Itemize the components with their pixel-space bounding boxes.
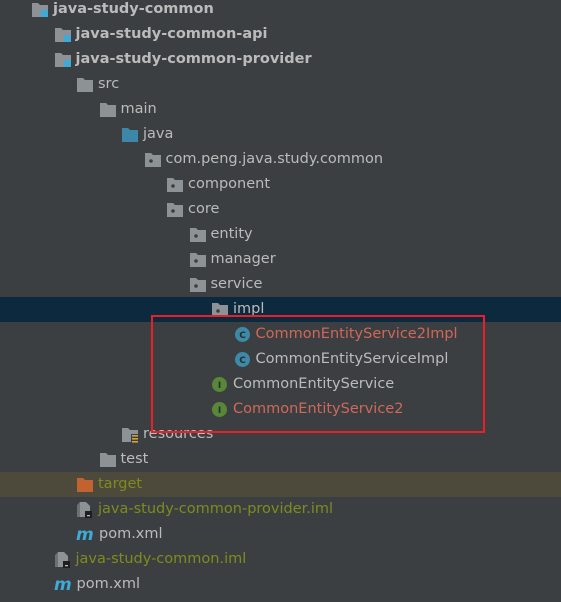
tree-row[interactable]: src	[0, 72, 561, 97]
tree-item-label: impl	[233, 301, 265, 317]
svg-text:m: m	[54, 576, 72, 593]
tree-item-label: java	[143, 126, 174, 142]
tree-item-label: java-study-common-provider	[75, 51, 312, 67]
tree-item-label: pom.xml	[76, 576, 141, 592]
tree-item-label: test	[120, 451, 149, 467]
resources-folder-icon	[121, 426, 139, 443]
package-icon	[189, 226, 207, 243]
tree-row[interactable]: entity	[0, 222, 561, 247]
module-folder-icon	[54, 51, 72, 68]
tree-row[interactable]: component	[0, 172, 561, 197]
tree-row[interactable]: target	[0, 472, 561, 497]
tree-item-label: com.peng.java.study.common	[165, 151, 384, 167]
folder-icon	[99, 451, 117, 468]
tree-item-label: java-study-common-api	[75, 26, 268, 42]
tree-item-label: core	[188, 201, 220, 217]
class-icon: C	[234, 351, 252, 368]
interface-icon: I	[211, 401, 229, 418]
tree-row[interactable]: java-study-common-api	[0, 22, 561, 47]
tree-row[interactable]: I CommonEntityService	[0, 372, 561, 397]
tree-item-label: CommonEntityService2Impl	[255, 326, 458, 342]
tree-item-label: pom.xml	[99, 526, 163, 542]
tree-item-label: main	[120, 101, 157, 117]
folder-icon	[76, 76, 94, 93]
tree-row[interactable]: manager	[0, 247, 561, 272]
package-icon	[211, 301, 229, 318]
tree-item-label: java-study-common.iml	[75, 551, 247, 567]
interface-icon: I	[211, 376, 229, 393]
tree-item-label: src	[98, 76, 120, 92]
module-folder-icon	[31, 1, 49, 18]
package-icon	[166, 201, 184, 218]
tree-row[interactable]: java-study-common	[0, 0, 561, 22]
module-folder-icon	[54, 26, 72, 43]
svg-text:C: C	[239, 331, 246, 341]
tree-row[interactable]: test	[0, 447, 561, 472]
package-icon	[189, 276, 207, 293]
project-tree: java-study-common java-study-common-api ja…	[0, 0, 561, 597]
tree-item-label: target	[98, 476, 143, 492]
tree-row[interactable]: m pom.xml	[0, 572, 561, 597]
package-icon	[144, 151, 162, 168]
tree-item-label: component	[188, 176, 271, 192]
package-icon	[189, 251, 207, 268]
svg-text:m: m	[76, 526, 94, 543]
tree-item-label: manager	[210, 251, 276, 267]
tree-item-label: CommonEntityService	[233, 376, 395, 392]
source-folder-icon	[121, 126, 139, 143]
tree-row[interactable]: com.peng.java.study.common	[0, 147, 561, 172]
svg-text:C: C	[239, 356, 246, 366]
tree-row[interactable]: impl	[0, 297, 561, 322]
tree-row[interactable]: core	[0, 197, 561, 222]
tree-row[interactable]: java-study-common-provider	[0, 47, 561, 72]
tree-item-label: java-study-common-provider.iml	[98, 501, 334, 517]
maven-icon: m	[54, 575, 72, 595]
tree-item-label: java-study-common	[53, 1, 214, 17]
svg-text:I: I	[218, 381, 221, 391]
folder-icon	[99, 101, 117, 118]
tree-row[interactable]: java-study-common-provider.iml	[0, 497, 561, 522]
tree-item-label: CommonEntityService2	[233, 401, 404, 417]
tree-item-label: CommonEntityServiceImpl	[255, 351, 449, 367]
svg-text:I: I	[218, 406, 221, 416]
tree-row[interactable]: C CommonEntityServiceImpl	[0, 347, 561, 372]
tree-row[interactable]: service	[0, 272, 561, 297]
tree-row[interactable]: resources	[0, 422, 561, 447]
maven-icon: m	[76, 525, 94, 545]
tree-row[interactable]: java-study-common.iml	[0, 547, 561, 572]
tree-row[interactable]: java	[0, 122, 561, 147]
excluded-folder-icon	[76, 476, 94, 493]
iml-file-icon	[76, 501, 94, 518]
class-icon: C	[234, 326, 252, 343]
package-icon	[166, 176, 184, 193]
tree-row[interactable]: m pom.xml	[0, 522, 561, 547]
tree-item-label: service	[210, 276, 263, 292]
tree-row[interactable]: main	[0, 97, 561, 122]
tree-row[interactable]: C CommonEntityService2Impl	[0, 322, 561, 347]
iml-file-icon	[54, 551, 72, 568]
tree-row[interactable]: I CommonEntityService2	[0, 397, 561, 422]
tree-item-label: entity	[210, 226, 253, 242]
tree-item-label: resources	[143, 426, 214, 442]
